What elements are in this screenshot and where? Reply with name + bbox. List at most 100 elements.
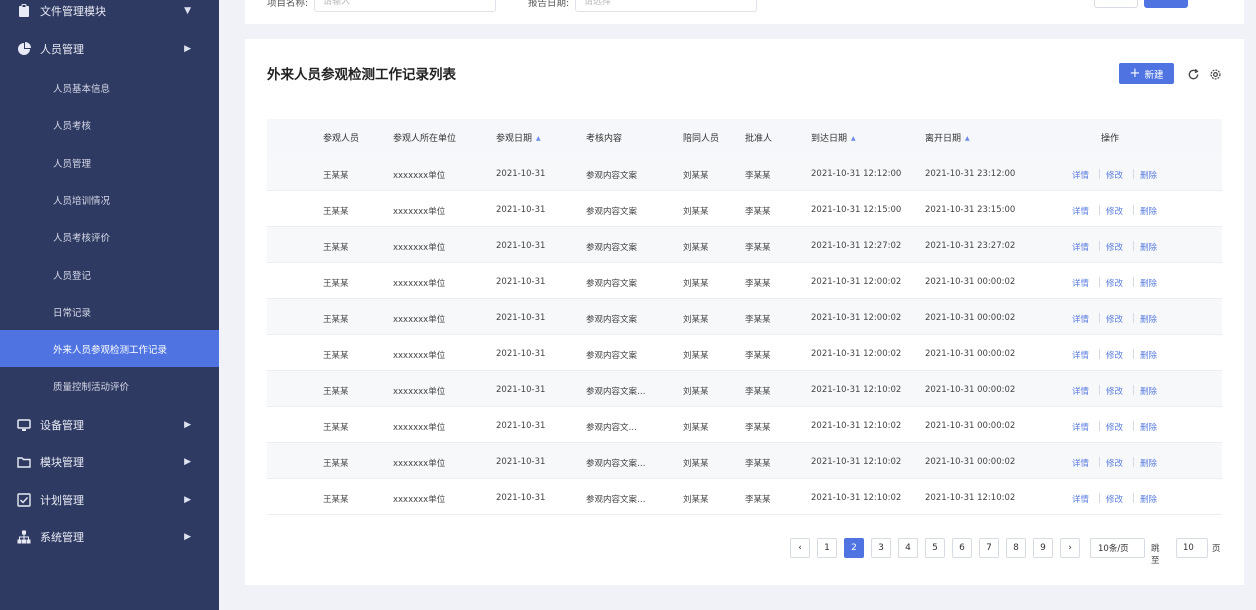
delete-link[interactable]: 删除 [1140, 385, 1157, 397]
cell-approver: 李某某 [745, 459, 771, 469]
page-unit-label: 页 [1212, 544, 1221, 554]
sidebar-item-personnel[interactable]: 人员管理 ▶ [0, 30, 219, 67]
table-row: 王某某 xxxxxxx单位 2021-10-31 参观内容文案 刘某某 李某某 2021-1… [267, 227, 1222, 263]
sidebar-subitem[interactable]: 人员管理 [0, 144, 219, 181]
sidebar-item-file-management[interactable]: 文件管理模块 ▼ [0, 0, 219, 29]
report-date-picker[interactable]: 请选择 [575, 0, 757, 12]
page-button[interactable]: 8 [1006, 538, 1026, 558]
sidebar-subitem[interactable]: 人员考核评价 [0, 218, 219, 255]
page-button[interactable]: 9 [1033, 538, 1053, 558]
plus-icon: + [1129, 66, 1141, 81]
collapse-toggle[interactable] [1195, 0, 1221, 8]
cell-approver: 李某某 [745, 351, 771, 361]
prev-page-button[interactable]: ‹ [790, 538, 810, 558]
detail-link[interactable]: 详情 [1072, 421, 1089, 433]
col-content: 考核内容 [586, 134, 623, 144]
col-visit-date-label: 参观日期 [496, 134, 533, 144]
edit-link[interactable]: 修改 [1106, 313, 1123, 325]
table-row: 王某某 xxxxxxx单位 2021-10-31 参观内容文案… 刘某某 李某某 2021-… [267, 479, 1222, 515]
sort-icon[interactable]: ▲ [851, 135, 856, 142]
col-leave-date[interactable]: 离开日期 ▲ [925, 131, 970, 144]
cell-content: 参观内容文… [586, 423, 638, 433]
page-button[interactable]: 3 [871, 538, 891, 558]
next-page-button[interactable]: › [1060, 538, 1080, 558]
edit-link[interactable]: 修改 [1106, 385, 1123, 397]
sidebar-item-plan[interactable]: 计划管理 ▶ [0, 481, 219, 518]
detail-link[interactable]: 详情 [1072, 457, 1089, 469]
sidebar-item-label: 模块管理 [40, 455, 84, 469]
col-visit-date[interactable]: 参观日期 ▲ [496, 131, 541, 144]
detail-link[interactable]: 详情 [1072, 385, 1089, 397]
delete-link[interactable]: 删除 [1140, 313, 1157, 325]
detail-link[interactable]: 详情 [1072, 169, 1089, 181]
sort-icon[interactable]: ▲ [536, 135, 541, 142]
sidebar-subitem-label: 人员考核评价 [53, 232, 111, 244]
refresh-icon[interactable] [1187, 68, 1200, 81]
sort-icon[interactable]: ▲ [965, 135, 970, 142]
caret-right-icon: ▶ [184, 456, 191, 467]
page-button[interactable]: 6 [952, 538, 972, 558]
cell-leave-date: 2021-10-31 23:15:00 [925, 205, 1016, 215]
project-name-input[interactable]: 请输入 [314, 0, 496, 12]
settings-gear-icon[interactable] [1209, 68, 1222, 81]
sidebar-subitem[interactable]: 人员培训情况 [0, 181, 219, 218]
sidebar-item-system[interactable]: 系统管理 ▶ [0, 518, 219, 555]
cell-approver: 李某某 [745, 279, 771, 289]
detail-link[interactable]: 详情 [1072, 205, 1089, 217]
delete-link[interactable]: 删除 [1140, 241, 1157, 253]
col-arrive-date[interactable]: 到达日期 ▲ [811, 131, 856, 144]
cell-visitor: 王某某 [323, 243, 349, 253]
sidebar-item-module[interactable]: 模块管理 ▶ [0, 443, 219, 480]
page-button[interactable]: 2 [844, 538, 864, 558]
new-button[interactable]: + 新建 [1119, 63, 1174, 84]
delete-link[interactable]: 删除 [1140, 205, 1157, 217]
reset-button[interactable] [1094, 0, 1138, 8]
cell-leave-date: 2021-10-31 23:27:02 [925, 241, 1016, 251]
delete-link[interactable]: 删除 [1140, 349, 1157, 361]
delete-link[interactable]: 删除 [1140, 169, 1157, 181]
delete-link[interactable]: 删除 [1140, 457, 1157, 469]
detail-link[interactable]: 详情 [1072, 313, 1089, 325]
delete-link[interactable]: 删除 [1140, 493, 1157, 505]
sidebar-subitem[interactable]: 日常记录 [0, 293, 219, 330]
edit-link[interactable]: 修改 [1106, 457, 1123, 469]
sidebar-subitem[interactable]: 质量控制活动评价 [0, 367, 219, 404]
page-button[interactable]: 7 [979, 538, 999, 558]
edit-link[interactable]: 修改 [1106, 205, 1123, 217]
sidebar-subitem-visitor-records[interactable]: 外来人员参观检测工作记录 [0, 330, 219, 367]
delete-link[interactable]: 删除 [1140, 421, 1157, 433]
edit-link[interactable]: 修改 [1106, 241, 1123, 253]
page-button[interactable]: 4 [898, 538, 918, 558]
edit-link[interactable]: 修改 [1106, 493, 1123, 505]
detail-link[interactable]: 详情 [1072, 349, 1089, 361]
caret-right-icon: ▶ [184, 494, 191, 505]
page-button[interactable]: 5 [925, 538, 945, 558]
sidebar-subitem[interactable]: 人员登记 [0, 256, 219, 293]
edit-link[interactable]: 修改 [1106, 349, 1123, 361]
cell-visit-date: 2021-10-31 [496, 313, 546, 323]
action-divider [1099, 277, 1100, 287]
page-button[interactable]: 1 [817, 538, 837, 558]
detail-link[interactable]: 详情 [1072, 277, 1089, 289]
cell-arrive-date: 2021-10-31 12:10:02 [811, 457, 902, 467]
sidebar-item-device[interactable]: 设备管理 ▶ [0, 406, 219, 443]
sidebar-subitem[interactable]: 人员基本信息 [0, 69, 219, 106]
sidebar-subitem[interactable]: 人员考核 [0, 106, 219, 143]
edit-link[interactable]: 修改 [1106, 277, 1123, 289]
detail-link[interactable]: 详情 [1072, 493, 1089, 505]
cell-approver: 李某某 [745, 315, 771, 325]
cell-companion: 刘某某 [683, 387, 709, 397]
jump-page-input[interactable]: 10 [1176, 538, 1208, 558]
edit-link[interactable]: 修改 [1106, 421, 1123, 433]
caret-right-icon: ▶ [184, 43, 191, 54]
sidebar-subitem-label: 人员考核 [53, 120, 92, 132]
delete-link[interactable]: 删除 [1140, 277, 1157, 289]
edit-link[interactable]: 修改 [1106, 169, 1123, 181]
sidebar-subitem-label: 质量控制活动评价 [53, 381, 130, 393]
table-row: 王某某 xxxxxxx单位 2021-10-31 参观内容文案 刘某某 李某某 2021-1… [267, 335, 1222, 371]
action-divider [1133, 421, 1134, 431]
page-size-select[interactable]: 10条/页 [1090, 538, 1145, 558]
detail-link[interactable]: 详情 [1072, 241, 1089, 253]
search-button[interactable] [1144, 0, 1188, 8]
cell-unit: xxxxxxx单位 [393, 207, 446, 217]
